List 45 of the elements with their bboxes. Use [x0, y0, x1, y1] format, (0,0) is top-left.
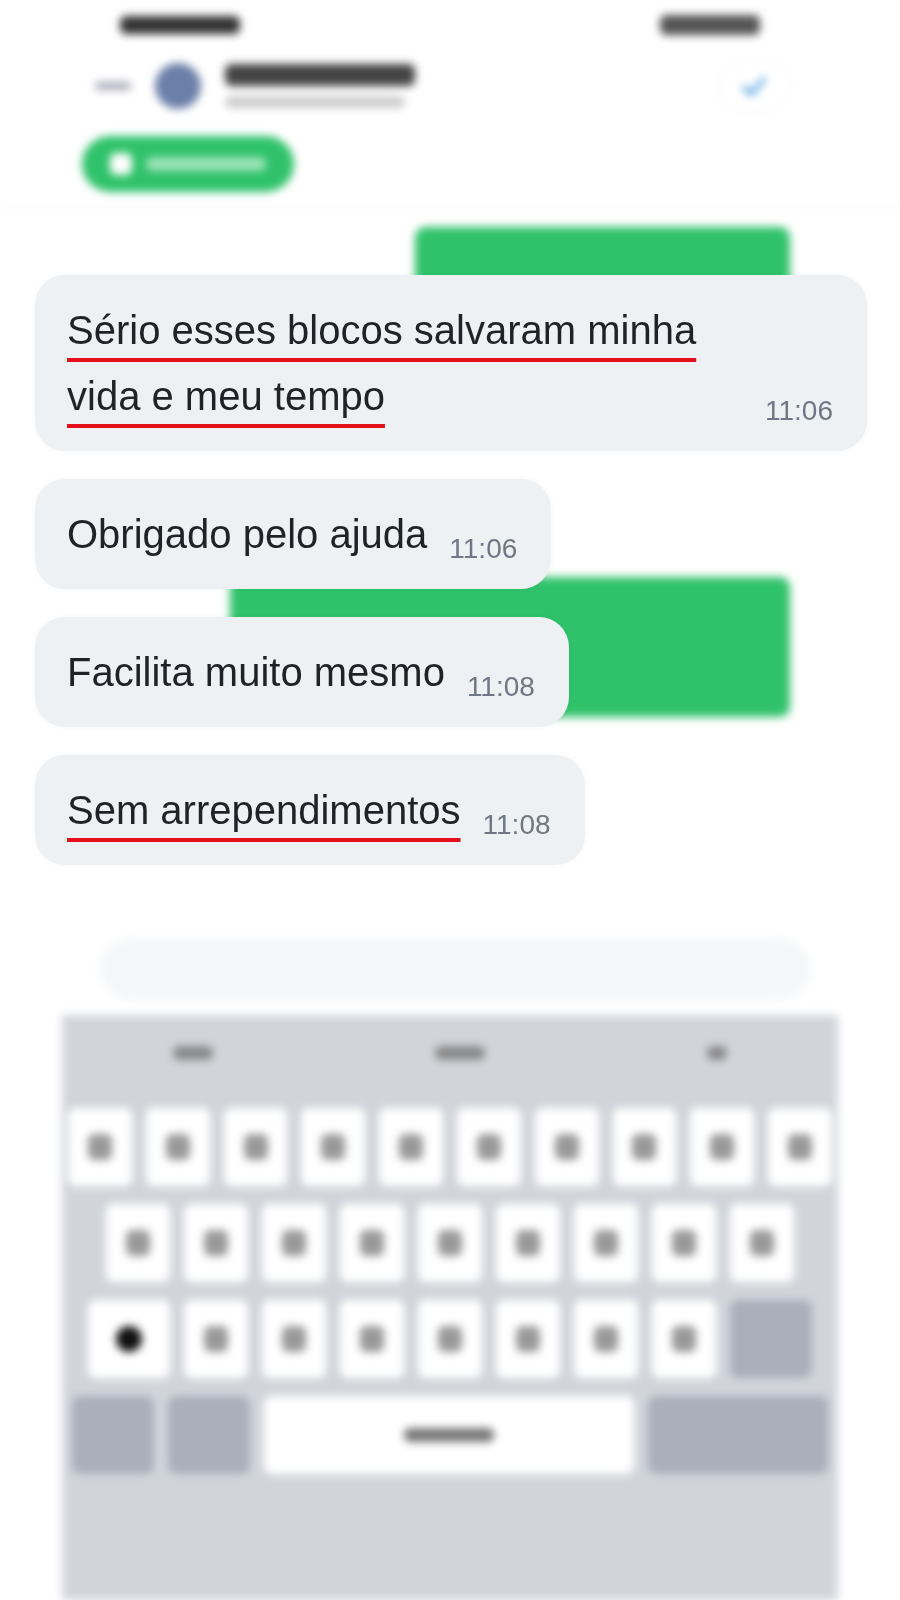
message-time: 11:08	[466, 671, 535, 704]
check-button[interactable]	[718, 60, 790, 112]
shift-icon	[114, 1324, 144, 1354]
message-text: Sem arrependimentos	[67, 787, 461, 834]
letter-key[interactable]	[418, 1300, 482, 1378]
letter-key[interactable]	[262, 1300, 326, 1378]
letter-key[interactable]	[534, 1108, 599, 1186]
letter-key[interactable]	[223, 1108, 288, 1186]
message-text: Sério esses blocos salvaram minha vida e meu tempo	[67, 307, 698, 420]
letter-key[interactable]	[652, 1300, 716, 1378]
check-icon	[741, 76, 767, 96]
letter-key[interactable]	[301, 1108, 366, 1186]
suggestion[interactable]	[173, 1045, 213, 1060]
suggestion[interactable]	[435, 1045, 485, 1060]
letter-key[interactable]	[690, 1108, 755, 1186]
avatar-icon	[155, 63, 201, 109]
message-time: 11:06	[449, 533, 518, 566]
letter-key[interactable]	[612, 1108, 677, 1186]
letter-key[interactable]	[457, 1108, 521, 1186]
letter-key[interactable]	[418, 1204, 482, 1282]
letter-key[interactable]	[768, 1108, 832, 1186]
letter-key[interactable]	[145, 1108, 210, 1186]
message-time: 11:06	[765, 395, 833, 428]
back-icon[interactable]	[95, 82, 131, 90]
letter-key[interactable]	[184, 1300, 248, 1378]
letter-key[interactable]	[379, 1108, 443, 1186]
letter-key[interactable]	[262, 1204, 326, 1282]
channel-button[interactable]	[82, 136, 294, 192]
shift-key[interactable]	[88, 1300, 170, 1378]
letter-key[interactable]	[574, 1204, 638, 1282]
message-text: Obrigado pelo ajuda	[67, 511, 428, 558]
letter-key[interactable]	[184, 1204, 248, 1282]
suggestion[interactable]	[707, 1045, 727, 1060]
letter-key[interactable]	[106, 1204, 170, 1282]
letter-key[interactable]	[340, 1204, 404, 1282]
letter-key[interactable]	[340, 1300, 404, 1378]
letter-key[interactable]	[68, 1108, 132, 1186]
letter-key[interactable]	[730, 1204, 794, 1282]
letter-key[interactable]	[574, 1300, 638, 1378]
letter-key[interactable]	[496, 1204, 560, 1282]
message-text: Facilita muito mesmo	[67, 649, 445, 696]
letter-key[interactable]	[652, 1204, 716, 1282]
message-time: 11:08	[482, 809, 551, 842]
space-key[interactable]	[264, 1396, 634, 1474]
letter-key[interactable]	[496, 1300, 560, 1378]
